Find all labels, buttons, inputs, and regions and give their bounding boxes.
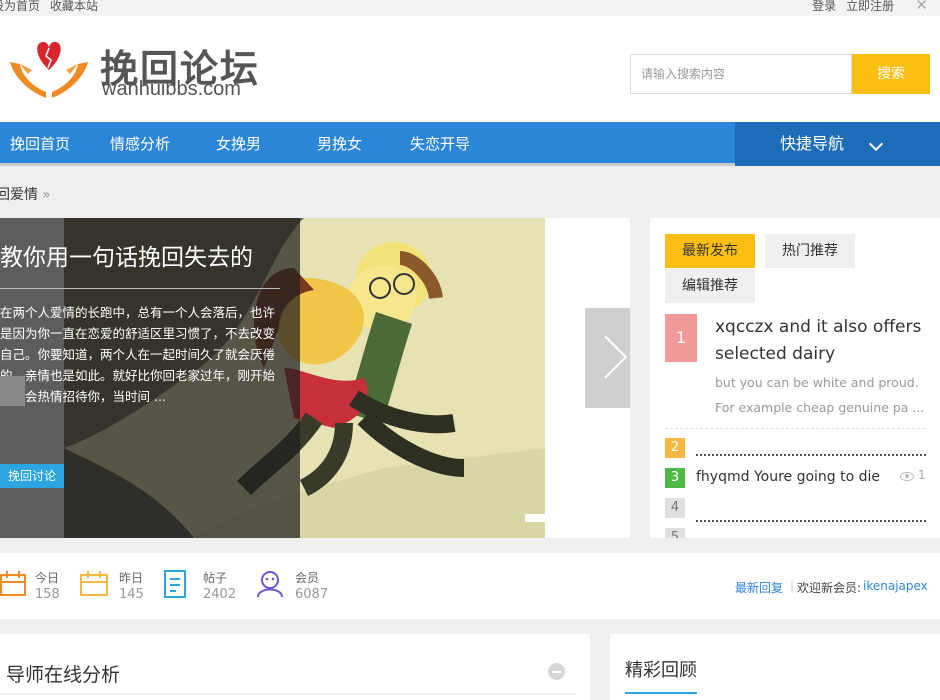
slide-divider [0,288,280,289]
featured-slider: 教你用一句话挽回失去的 在两个人爱情的长跑中，总有一个人会落后，也许是因为你一直… [0,218,630,538]
rank-3-views: 1 [918,468,926,482]
panel-title: 导师在线分析 [6,664,121,686]
logo-subtitle[interactable]: wanhuibbs.com [102,78,241,101]
quick-nav-label: 快捷导航 [780,134,845,153]
rank-number-3: 3 [665,468,685,488]
member-icon [257,571,283,598]
slide-tag[interactable]: 挽回讨论 [0,464,64,488]
nav-item-emotion-analysis[interactable]: 情感分析 [110,122,170,166]
stat-members-label: 会员 [295,571,320,585]
breadcrumb-current[interactable]: 回爱情 [0,187,38,203]
chevron-down-icon [868,136,884,152]
calendar-yesterday-icon [80,571,108,596]
rank-3-title[interactable]: fhyqmd Youre going to die [696,469,880,485]
rank-number-2: 2 [665,438,685,458]
nav-item-home[interactable]: 挽回首页 [10,122,70,166]
nav-item-breakup-counsel[interactable]: 失恋开导 [410,122,470,166]
breadcrumb: 回爱情» [0,184,51,204]
stat-today-value: 158 [35,587,60,602]
tab-latest[interactable]: 最新发布 [665,234,755,268]
stat-today-label: 今日 [35,571,60,585]
rank-1-desc-line-2: For example cheap genuine pa ... [715,400,925,415]
nav-item-man-wins-woman[interactable]: 男挽女 [317,122,362,166]
main-nav: 挽回首页 情感分析 女挽男 男挽女 失恋开导 快捷导航 [0,122,940,166]
breadcrumb-separator: » [42,187,51,203]
latest-reply-link[interactable]: 最新回复 [735,579,783,596]
set-home-link[interactable]: 设为首页 [0,0,40,13]
rank-number-5: 5 [665,528,685,538]
tab-editor-pick[interactable]: 编辑推荐 [665,269,755,303]
panel-title-underline [625,692,697,694]
panel-divider [0,693,576,695]
stat-posts-value: 2402 [203,587,237,602]
login-link[interactable]: 登录 [812,0,836,13]
eye-icon [900,472,914,481]
search-button[interactable]: 搜索 [852,54,930,94]
tab-hot[interactable]: 热门推荐 [765,234,855,268]
rank-2-title-cutoff[interactable] [696,454,926,456]
highlights-panel: 精彩回顾 [610,634,940,700]
rank-1-desc-line-1: but you can be white and proud. [715,375,919,390]
stat-posts-label: 帖子 [203,571,228,585]
collapse-icon[interactable] [548,663,565,680]
quick-nav-button[interactable]: 快捷导航 [735,122,940,166]
document-icon [164,570,186,598]
divider [665,428,925,429]
calendar-today-icon [0,571,26,596]
bookmark-link[interactable]: 收藏本站 [50,0,98,13]
close-icon[interactable]: ✕ [915,0,928,14]
slide-next-button[interactable] [584,308,630,408]
slide-prev-handle[interactable] [0,376,25,406]
panel-title: 精彩回顾 [625,660,697,681]
heart-hands-logo-icon[interactable] [6,40,92,102]
welcome-new-member-label: 欢迎新会员: [797,581,862,595]
new-member-link[interactable]: ikenajapex [863,579,928,593]
rank-1-title[interactable]: xqcczx and it also offers selected dairy [715,314,925,368]
search-input[interactable]: 请输入搜索内容 [630,54,852,94]
stat-yesterday-value: 145 [119,587,144,602]
rank-number-1: 1 [665,314,697,362]
forum-stats-bar: 今日 158 昨日 145 帖子 2402 会员 6087 最新回复 | 欢迎新… [0,553,940,619]
rank-1-description: but you can be white and proud. For exam… [715,370,925,420]
chevron-right-icon [584,335,628,379]
stat-members-value: 6087 [295,587,329,602]
slide-indicator[interactable] [525,514,545,522]
top-bar: 设为首页 收藏本站 登录 立即注册 ✕ [0,0,940,16]
site-header: 挽回论坛 wanhuibbs.com 请输入搜索内容 搜索 [0,16,940,122]
nav-item-woman-wins-man[interactable]: 女挽男 [216,122,261,166]
rank-number-4: 4 [665,498,685,518]
stat-yesterday-label: 昨日 [119,571,144,585]
slide-description: 在两个人爱情的长跑中，总有一个人会落后，也许是因为你一直在恋爱的舒适区里习惯了，… [0,305,276,404]
stats-separator: | [790,579,795,593]
side-ranking-panel: 最新发布 热门推荐 编辑推荐 1 xqcczx and it also offe… [650,218,940,538]
register-link[interactable]: 立即注册 [846,0,894,13]
mentor-analysis-panel: 导师在线分析 [0,634,590,700]
slide-title[interactable]: 教你用一句话挽回失去的 [0,238,253,272]
rank-4-title-cutoff[interactable] [696,520,926,522]
